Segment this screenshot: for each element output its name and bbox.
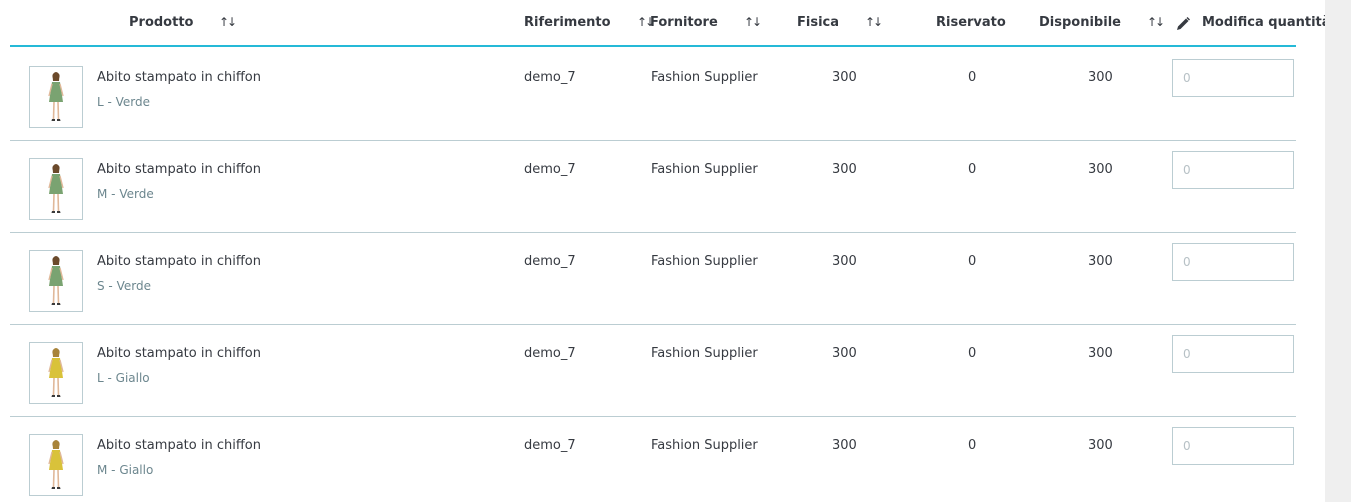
sort-physical-icon[interactable]: ↑↓ xyxy=(865,13,883,31)
supplier-cell: Fashion Supplier xyxy=(651,254,758,269)
product-thumbnail[interactable] xyxy=(29,66,83,128)
table-row: Abito stampato in chiffon S - Verde demo… xyxy=(10,232,1296,325)
available-cell: 300 xyxy=(1088,346,1113,361)
sort-available-icon[interactable]: ↑↓ xyxy=(1147,13,1165,31)
quantity-input[interactable] xyxy=(1172,59,1294,97)
quantity-input[interactable] xyxy=(1172,335,1294,373)
column-header-physical: Fisica xyxy=(797,15,840,30)
physical-cell: 300 xyxy=(832,162,857,177)
reference-cell: demo_7 xyxy=(524,162,576,177)
available-cell: 300 xyxy=(1088,254,1113,269)
reference-cell: demo_7 xyxy=(524,254,576,269)
column-header-edit-quantity: Modifica quantità xyxy=(1202,15,1331,30)
reserved-cell: 0 xyxy=(968,70,977,85)
column-header-reference: Riferimento xyxy=(524,15,611,30)
table-header: Prodotto ↑↓ Riferimento ↑↓ Fornitore ↑↓ … xyxy=(0,0,1331,47)
physical-cell: 300 xyxy=(832,346,857,361)
sort-product-icon[interactable]: ↑↓ xyxy=(219,13,237,31)
table-row: Abito stampato in chiffon M - Giallo dem… xyxy=(10,416,1296,502)
reference-cell: demo_7 xyxy=(524,438,576,453)
table-row: Abito stampato in chiffon L - Giallo dem… xyxy=(10,324,1296,417)
product-variant: L - Verde xyxy=(97,95,151,109)
sort-supplier-icon[interactable]: ↑↓ xyxy=(744,13,762,31)
product-name: Abito stampato in chiffon xyxy=(97,254,261,269)
reference-cell: demo_7 xyxy=(524,70,576,85)
product-name: Abito stampato in chiffon xyxy=(97,162,261,177)
physical-cell: 300 xyxy=(832,70,857,85)
column-header-product: Prodotto xyxy=(129,15,194,30)
reserved-cell: 0 xyxy=(968,438,977,453)
product-thumbnail[interactable] xyxy=(29,158,83,220)
product-name: Abito stampato in chiffon xyxy=(97,70,261,85)
reserved-cell: 0 xyxy=(968,162,977,177)
stock-table: Prodotto ↑↓ Riferimento ↑↓ Fornitore ↑↓ … xyxy=(0,0,1351,502)
quantity-input[interactable] xyxy=(1172,151,1294,189)
column-header-supplier: Fornitore xyxy=(650,15,718,30)
column-header-reserved: Riservato xyxy=(936,15,1006,30)
product-variant: M - Verde xyxy=(97,187,154,201)
product-thumbnail[interactable] xyxy=(29,434,83,496)
column-header-available: Disponibile xyxy=(1039,15,1121,30)
available-cell: 300 xyxy=(1088,438,1113,453)
product-thumbnail[interactable] xyxy=(29,342,83,404)
physical-cell: 300 xyxy=(832,438,857,453)
product-variant: S - Verde xyxy=(97,279,151,293)
product-name: Abito stampato in chiffon xyxy=(97,346,261,361)
physical-cell: 300 xyxy=(832,254,857,269)
header-divider xyxy=(10,45,1296,47)
supplier-cell: Fashion Supplier xyxy=(651,162,758,177)
supplier-cell: Fashion Supplier xyxy=(651,438,758,453)
scrollbar[interactable] xyxy=(1325,0,1351,502)
quantity-input[interactable] xyxy=(1172,427,1294,465)
supplier-cell: Fashion Supplier xyxy=(651,70,758,85)
product-thumbnail[interactable] xyxy=(29,250,83,312)
reserved-cell: 0 xyxy=(968,254,977,269)
quantity-input[interactable] xyxy=(1172,243,1294,281)
product-variant: M - Giallo xyxy=(97,463,154,477)
available-cell: 300 xyxy=(1088,162,1113,177)
table-row: Abito stampato in chiffon M - Verde demo… xyxy=(10,140,1296,233)
reference-cell: demo_7 xyxy=(524,346,576,361)
available-cell: 300 xyxy=(1088,70,1113,85)
product-variant: L - Giallo xyxy=(97,371,150,385)
table-row: Abito stampato in chiffon L - Verde demo… xyxy=(10,48,1296,141)
supplier-cell: Fashion Supplier xyxy=(651,346,758,361)
reserved-cell: 0 xyxy=(968,346,977,361)
pencil-icon xyxy=(1177,17,1190,30)
product-name: Abito stampato in chiffon xyxy=(97,438,261,453)
